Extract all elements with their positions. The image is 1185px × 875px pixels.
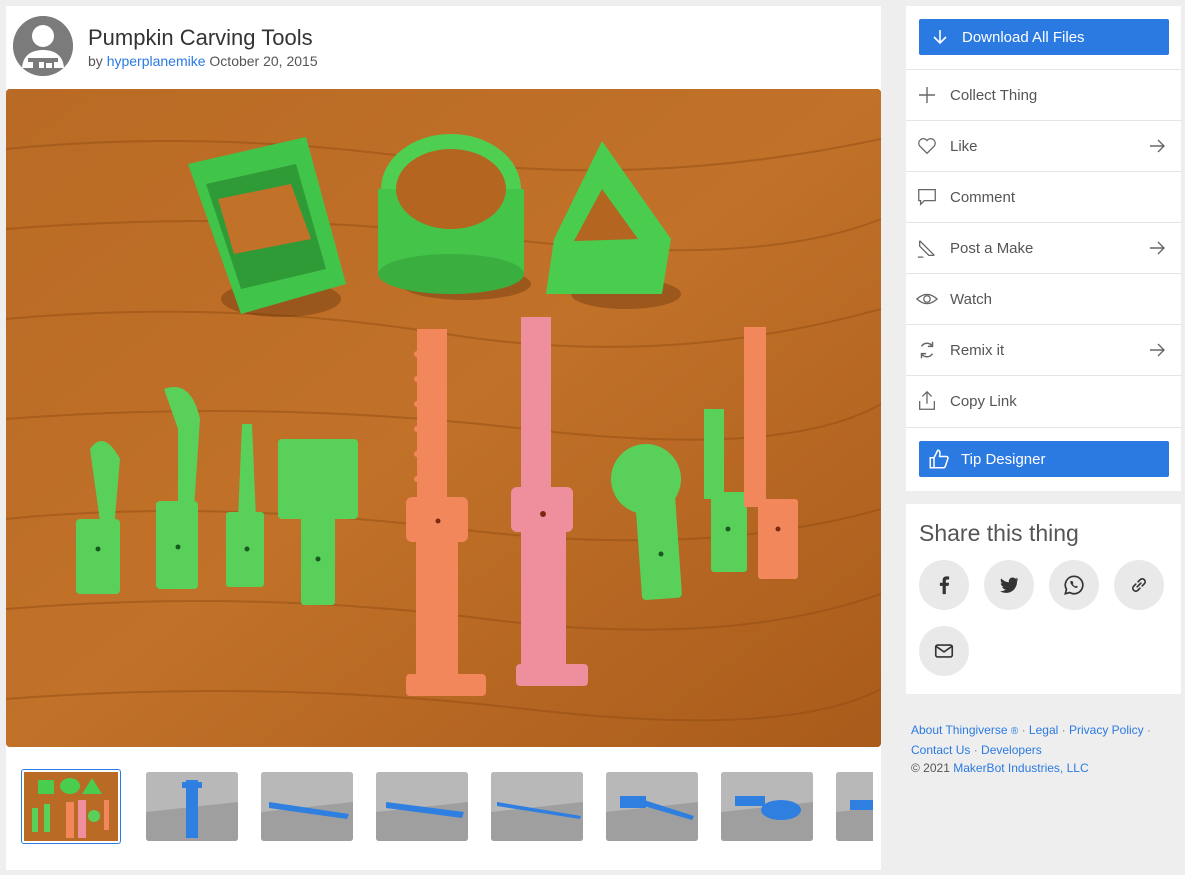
thing-main-card: Pumpkin Carving Tools by hyperplanemike … (6, 6, 881, 870)
separator: · (1147, 723, 1152, 737)
thumbnail-render (491, 772, 583, 841)
byline-prefix: by (88, 53, 103, 69)
like-button[interactable]: Like (906, 120, 1181, 171)
thumbnail-6[interactable] (606, 772, 698, 841)
byline: by hyperplanemike October 20, 2015 (88, 53, 318, 69)
separator: · (973, 743, 978, 757)
actions-card: Download All Files Collect Thing Like Co… (906, 6, 1181, 491)
site-footer: About Thingiverse ® · Legal · Privacy Po… (911, 721, 1181, 777)
post-a-make-button[interactable]: Post a Make (906, 222, 1181, 273)
twitter-icon (1000, 577, 1019, 593)
link-icon (1132, 578, 1146, 592)
share-card: Share this thing (906, 504, 1181, 694)
page-title: Pumpkin Carving Tools (88, 25, 313, 50)
thumbnail-render (721, 772, 813, 841)
privacy-policy-link[interactable]: Privacy Policy (1069, 723, 1144, 737)
company-link[interactable]: MakerBot Industries, LLC (953, 761, 1088, 775)
copy-link-label: Copy Link (950, 392, 1017, 410)
thumbnail-strip (21, 769, 873, 845)
share-title: Share this thing (919, 520, 1079, 546)
watch-label: Watch (950, 290, 992, 308)
thumbnail-5[interactable] (491, 772, 583, 841)
share-upload-icon (919, 390, 935, 410)
tip-designer-label: Tip Designer (961, 450, 1046, 468)
share-email-button[interactable] (919, 626, 969, 676)
thumbnail-render (146, 772, 238, 841)
hero-image[interactable] (6, 89, 881, 747)
avatar-placeholder-icon (13, 16, 73, 76)
pencil-make-icon (917, 240, 935, 258)
author-avatar[interactable] (13, 16, 73, 76)
publish-date: October 20, 2015 (209, 53, 318, 69)
registered-mark: ® (1010, 726, 1019, 737)
thumbnail-3[interactable] (261, 772, 353, 841)
divider (906, 427, 1181, 428)
copy-link-button[interactable]: Copy Link (906, 375, 1181, 426)
thumbnail-render (606, 772, 698, 841)
thumbnail-render (376, 772, 468, 841)
share-facebook-button[interactable] (919, 560, 969, 610)
comment-icon (918, 189, 936, 206)
arrow-right-icon[interactable] (1148, 239, 1166, 257)
thumbs-up-icon (929, 449, 949, 469)
about-link[interactable]: About Thingiverse (911, 723, 1008, 737)
share-whatsapp-button[interactable] (1049, 560, 1099, 610)
heart-icon (918, 138, 936, 155)
facebook-icon (939, 576, 950, 595)
remix-icon (920, 341, 934, 359)
thumbnail-render (836, 772, 873, 841)
footer-line-3: © 2021 MakerBot Industries, LLC (911, 759, 1181, 777)
share-link-button[interactable] (1114, 560, 1164, 610)
thumbnail-render (261, 772, 353, 841)
collect-thing-button[interactable]: Collect Thing (906, 69, 1181, 120)
download-all-files-label: Download All Files (962, 28, 1085, 46)
arrow-right-icon[interactable] (1148, 137, 1166, 155)
footer-line-2: Contact Us · Developers (911, 741, 1181, 759)
separator: · (1061, 723, 1066, 737)
post-a-make-label: Post a Make (950, 239, 1034, 257)
thing-header: Pumpkin Carving Tools by hyperplanemike … (6, 6, 881, 89)
thumbnail-photo (24, 772, 118, 841)
comment-button[interactable]: Comment (906, 171, 1181, 222)
thumbnail-7[interactable] (721, 772, 813, 841)
email-icon (934, 644, 954, 658)
plus-icon (919, 87, 935, 103)
footer-line-1: About Thingiverse ® · Legal · Privacy Po… (911, 721, 1181, 741)
download-all-files-button[interactable]: Download All Files (919, 19, 1169, 55)
remix-button[interactable]: Remix it (906, 324, 1181, 375)
legal-link[interactable]: Legal (1029, 723, 1058, 737)
thumbnail-1[interactable] (21, 769, 121, 844)
thumbnail-8[interactable] (836, 772, 873, 841)
share-twitter-button[interactable] (984, 560, 1034, 610)
copyright-text: © 2021 (911, 761, 950, 775)
watch-button[interactable]: Watch (906, 273, 1181, 324)
comment-label: Comment (950, 188, 1016, 206)
tip-designer-button[interactable]: Tip Designer (919, 441, 1169, 477)
hero-photo (6, 89, 881, 747)
author-link[interactable]: hyperplanemike (107, 53, 206, 69)
thumbnail-2[interactable] (146, 772, 238, 841)
whatsapp-icon (1064, 575, 1084, 595)
remix-label: Remix it (950, 341, 1005, 359)
contact-us-link[interactable]: Contact Us (911, 743, 970, 757)
separator: · (1021, 723, 1026, 737)
thumbnail-4[interactable] (376, 772, 468, 841)
arrow-right-icon[interactable] (1148, 341, 1166, 359)
download-icon (933, 30, 947, 45)
like-label: Like (950, 137, 978, 155)
eye-icon (916, 293, 938, 305)
developers-link[interactable]: Developers (981, 743, 1042, 757)
collect-thing-label: Collect Thing (950, 86, 1038, 104)
